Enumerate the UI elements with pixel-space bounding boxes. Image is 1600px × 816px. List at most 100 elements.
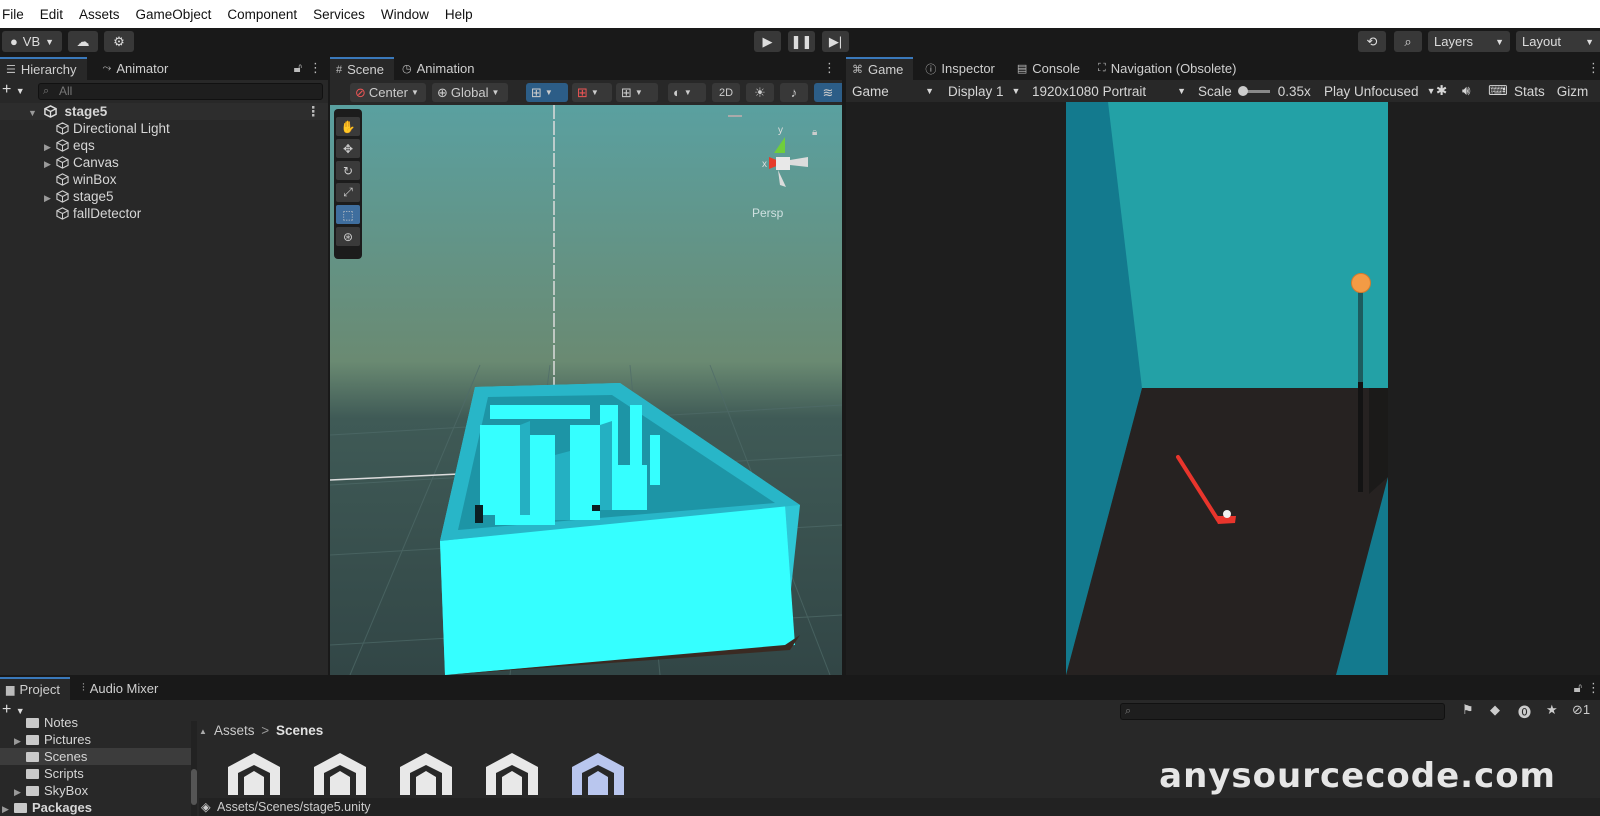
- effects-toggle[interactable]: ≋: [814, 83, 842, 102]
- tab-project[interactable]: ▆ Project: [0, 677, 70, 700]
- tab-console[interactable]: ▤ Console: [1010, 57, 1090, 80]
- kebab-menu-icon[interactable]: ⋮: [1587, 60, 1600, 76]
- filter-type-icon[interactable]: ⚑: [1462, 702, 1474, 718]
- folder-row[interactable]: Notes: [0, 714, 197, 731]
- menu-gameobject[interactable]: GameObject: [128, 7, 220, 22]
- pause-icon: ❚❚: [790, 33, 813, 49]
- scale-track[interactable]: [1237, 85, 1270, 96]
- scale-tool-icon[interactable]: ⤢: [336, 183, 360, 202]
- rotate-tool-icon[interactable]: ↻: [336, 161, 360, 180]
- menu-edit[interactable]: Edit: [32, 7, 71, 22]
- game-viewport[interactable]: [846, 102, 1600, 675]
- project-search-input[interactable]: ⌕: [1120, 703, 1445, 720]
- tree-row[interactable]: ▶ stage5: [0, 188, 328, 205]
- hidden-count-toggle[interactable]: ⊘1: [1572, 702, 1590, 718]
- folder-row[interactable]: ▶ SkyBox: [0, 782, 197, 799]
- mute-toggle[interactable]: 🔊︎: [1456, 83, 1482, 99]
- tab-animation[interactable]: ◷ Animation: [396, 57, 485, 80]
- search-button[interactable]: ⌕: [1394, 31, 1422, 52]
- tree-row-root[interactable]: ▼ stage5 ⋮: [0, 103, 328, 120]
- search-icon: ⌕: [43, 85, 50, 97]
- menu-file[interactable]: File: [0, 7, 32, 22]
- layers-dropdown[interactable]: Layers ▼: [1428, 31, 1510, 52]
- hierarchy-search-input[interactable]: ⌕ All: [38, 83, 323, 100]
- grid-snap-toggle[interactable]: ⊞ ▼: [526, 83, 568, 102]
- lock-icon[interactable]: 🔓︎: [1574, 680, 1582, 696]
- lighting-toggle[interactable]: ☀: [746, 83, 774, 102]
- history-button[interactable]: ⟲: [1358, 31, 1386, 52]
- tab-scene[interactable]: # Scene: [330, 57, 394, 80]
- tab-hierarchy[interactable]: ☰ Hierarchy: [0, 57, 87, 80]
- lock-icon[interactable]: 🔓︎: [294, 60, 302, 76]
- chevron-down-icon: ▼: [925, 86, 934, 96]
- space-dropdown[interactable]: ⊕ Global ▼: [432, 83, 508, 102]
- resolution-dropdown[interactable]: 1920x1080 Portrait ▼: [1026, 84, 1192, 99]
- keyboard-toggle[interactable]: ⌨: [1482, 83, 1508, 99]
- collab-button[interactable]: ⚙: [104, 31, 134, 52]
- audio-icon: ♪: [790, 85, 798, 100]
- audio-toggle[interactable]: ♪: [780, 83, 808, 102]
- menu-window[interactable]: Window: [373, 7, 437, 22]
- menu-assets[interactable]: Assets: [71, 7, 128, 22]
- display-dropdown[interactable]: Display 1 ▼: [942, 84, 1026, 99]
- warning-icon[interactable]: ⓿: [1518, 702, 1531, 721]
- gizmos-toggle[interactable]: Gizm: [1551, 84, 1589, 99]
- lock-icon[interactable]: 🔒︎: [812, 127, 817, 138]
- tree-row[interactable]: ▶ Canvas: [0, 154, 328, 171]
- draw-mode-dropdown[interactable]: ◐ ▼: [668, 83, 706, 102]
- tab-navigation[interactable]: ⛶ Navigation (Obsolete): [1092, 57, 1247, 80]
- breadcrumb-scenes[interactable]: Scenes: [276, 723, 323, 738]
- grid-visibility-toggle[interactable]: ⊞ ▼: [616, 83, 658, 102]
- menu-services[interactable]: Services: [305, 7, 373, 22]
- expand-arrow-icon[interactable]: ▶: [2, 801, 14, 816]
- cloud-button[interactable]: ☁: [68, 31, 98, 52]
- folder-row[interactable]: ▶ Packages: [0, 799, 197, 816]
- favorite-icon[interactable]: ★: [1546, 702, 1558, 718]
- tree-row[interactable]: ▶ eqs: [0, 137, 328, 154]
- tab-inspector[interactable]: ⓘ Inspector: [919, 57, 1005, 80]
- bug-toggle[interactable]: ✱: [1430, 83, 1456, 99]
- scale-slider[interactable]: Scale 0.35x: [1192, 84, 1318, 99]
- step-button[interactable]: ▶|: [822, 31, 849, 52]
- kebab-menu-icon[interactable]: ⋮: [823, 60, 836, 76]
- label-icon[interactable]: ◆: [1490, 702, 1500, 718]
- layout-dropdown[interactable]: Layout ▼: [1516, 31, 1600, 52]
- add-icon[interactable]: + ▼: [2, 81, 25, 99]
- tab-animator[interactable]: ⤳ Animator: [96, 57, 179, 80]
- folder-row[interactable]: Scripts: [0, 765, 197, 782]
- breadcrumb-assets[interactable]: Assets: [214, 723, 255, 738]
- scene-viewport[interactable]: x y Persp 🔒︎ ✋ ✥ ↻ ⤢ ⬚ ⊛: [330, 105, 842, 675]
- menu-help[interactable]: Help: [437, 7, 481, 22]
- folder-scrollbar[interactable]: [191, 721, 197, 816]
- kebab-menu-icon[interactable]: ⋮: [307, 103, 321, 120]
- projection-label[interactable]: Persp: [752, 206, 784, 220]
- play-mode-dropdown[interactable]: Play Unfocused ▼: [1318, 84, 1435, 99]
- pause-button[interactable]: ❚❚: [788, 31, 815, 52]
- folder-scrollbar-thumb[interactable]: [191, 769, 197, 805]
- kebab-menu-icon[interactable]: ⋮: [1587, 680, 1600, 696]
- increment-snap-toggle[interactable]: ⊞ ▼: [572, 83, 612, 102]
- tab-game[interactable]: ⌘ Game: [846, 57, 914, 80]
- account-dropdown[interactable]: ● VB ▼: [2, 31, 62, 52]
- stats-toggle[interactable]: Stats: [1508, 84, 1551, 99]
- pivot-dropdown[interactable]: ⊘ Center ▼: [350, 83, 426, 102]
- transform-tool-icon[interactable]: ⊛: [336, 227, 360, 246]
- hierarchy-toolbar: + ▼ ⌕ All: [0, 80, 328, 102]
- view-dropdown[interactable]: Game ▼: [846, 84, 940, 99]
- palette-handle[interactable]: [334, 109, 362, 115]
- folder-row[interactable]: Scenes: [0, 748, 197, 765]
- scale-thumb[interactable]: [1237, 85, 1248, 96]
- play-button[interactable]: ▶: [754, 31, 781, 52]
- hand-tool-icon[interactable]: ✋: [336, 117, 360, 136]
- kebab-menu-icon[interactable]: ⋮: [309, 60, 322, 76]
- chevron-down-icon: ▼: [683, 88, 692, 97]
- tree-row[interactable]: Directional Light: [0, 120, 328, 137]
- tab-audio-mixer[interactable]: ⫶ Audio Mixer: [75, 677, 169, 700]
- tree-row[interactable]: fallDetector: [0, 205, 328, 222]
- rect-tool-icon[interactable]: ⬚: [336, 205, 360, 224]
- tree-row[interactable]: winBox: [0, 171, 328, 188]
- folder-row[interactable]: ▶ Pictures: [0, 731, 197, 748]
- move-tool-icon[interactable]: ✥: [336, 139, 360, 158]
- toggle-2d-button[interactable]: 2D: [712, 83, 740, 102]
- menu-component[interactable]: Component: [219, 7, 305, 22]
